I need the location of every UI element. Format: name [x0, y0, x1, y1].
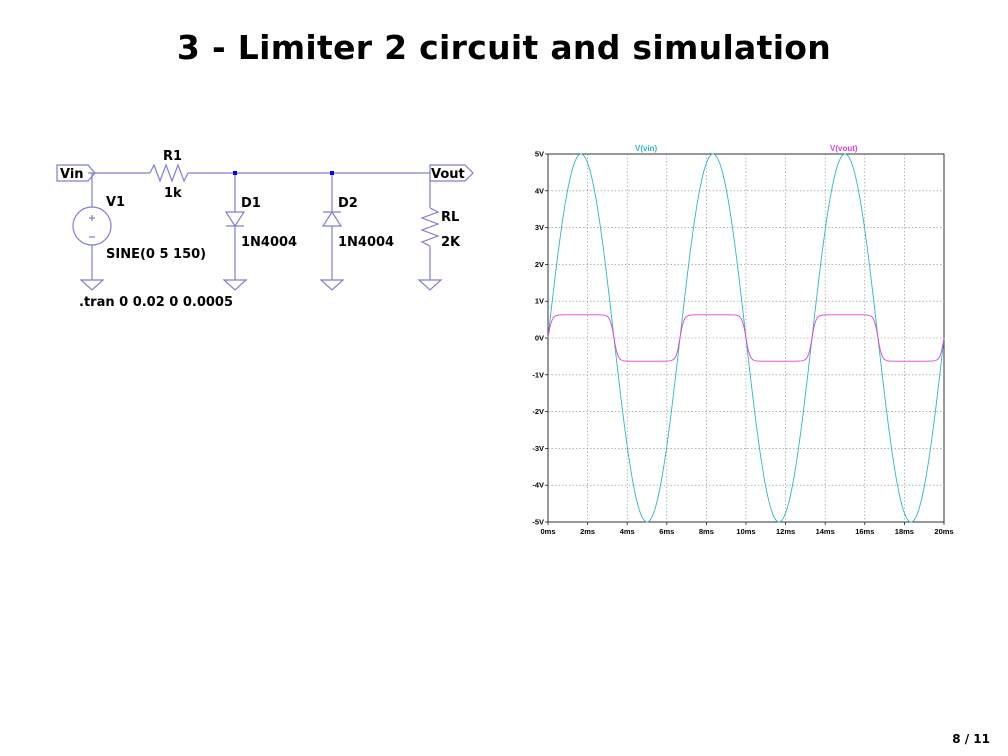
d2-model: 1N4004 — [338, 235, 394, 250]
rl-ground — [417, 279, 443, 291]
vout-label: Vout — [431, 167, 465, 182]
circuit-schematic: Vin Vout R1 1k V1 SINE(0 5 150) D1 1N400… — [56, 149, 474, 310]
y-tick-label: 5V — [535, 150, 544, 159]
page-number: 8 / 11 — [952, 732, 990, 746]
d1-ground — [222, 279, 248, 291]
y-axis-ticks: 5V 4V 3V 2V 1V 0V -1V -2V -3V -4V -5V — [532, 150, 548, 527]
y-tick-label: -1V — [532, 370, 544, 379]
node-dot-d2 — [330, 171, 334, 175]
x-tick-label: 20ms — [934, 527, 953, 536]
tran-directive: .tran 0 0.02 0 0.0005 — [79, 295, 233, 310]
x-tick-label: 6ms — [659, 527, 674, 536]
x-tick-label: 8ms — [699, 527, 714, 536]
x-tick-label: 18ms — [895, 527, 914, 536]
rl-resistor — [420, 207, 440, 247]
x-tick-label: 0ms — [540, 527, 555, 536]
x-tick-label: 14ms — [816, 527, 835, 536]
waveform-plot: 5V 4V 3V 2V 1V 0V -1V -2V -3V -4V -5V 0ms 2ms 4ms 6ms… — [532, 144, 954, 536]
y-tick-label: 3V — [535, 223, 544, 232]
v1-source-symbol — [72, 206, 112, 246]
d1-name: D1 — [241, 196, 261, 211]
legend-vin: V(vin) — [635, 144, 658, 153]
r1-name: R1 — [163, 149, 182, 164]
x-tick-label: 2ms — [580, 527, 595, 536]
r1-value: 1k — [164, 186, 182, 201]
x-tick-label: 4ms — [620, 527, 635, 536]
rl-value: 2K — [441, 235, 461, 250]
y-tick-label: 4V — [535, 186, 544, 195]
y-tick-label: -4V — [532, 481, 544, 490]
d1-diode — [224, 211, 246, 228]
y-tick-label: 1V — [535, 297, 544, 306]
vin-label: Vin — [60, 167, 84, 182]
slide-title: 3 - Limiter 2 circuit and simulation — [176, 28, 832, 67]
node-dot-d1 — [233, 171, 237, 175]
x-tick-label: 16ms — [855, 527, 874, 536]
d2-ground — [319, 279, 345, 291]
legend-vout: V(vout) — [830, 144, 858, 153]
rl-name: RL — [441, 210, 459, 225]
x-axis-ticks: 0ms 2ms 4ms 6ms 8ms 10ms 12ms 14ms 16ms 18ms 20ms — [540, 522, 954, 536]
y-tick-label: 0V — [535, 334, 544, 343]
v1-name: V1 — [106, 195, 125, 210]
y-tick-label: 2V — [535, 260, 544, 269]
x-tick-label: 10ms — [736, 527, 755, 536]
v1-ground — [79, 279, 105, 291]
r1-resistor — [149, 163, 189, 183]
y-tick-label: -3V — [532, 444, 544, 453]
d2-name: D2 — [338, 196, 358, 211]
v1-value: SINE(0 5 150) — [106, 247, 206, 262]
d2-diode — [321, 210, 343, 227]
y-tick-label: -5V — [532, 518, 544, 527]
d1-model: 1N4004 — [241, 235, 297, 250]
y-tick-label: -2V — [532, 407, 544, 416]
x-tick-label: 12ms — [776, 527, 795, 536]
